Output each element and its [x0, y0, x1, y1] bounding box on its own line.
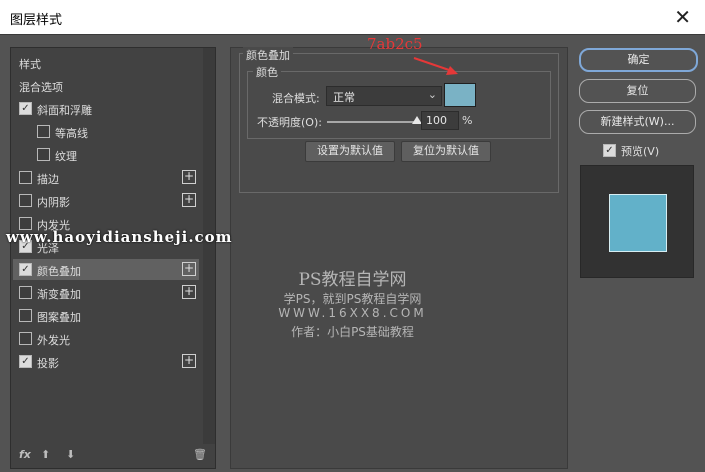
- blend-options-label: 混合选项: [19, 81, 63, 94]
- styles-header[interactable]: 样式: [13, 52, 199, 73]
- opacity-label: 不透明度(O):: [257, 116, 322, 129]
- style-item[interactable]: 等高线: [13, 121, 199, 142]
- chevron-down-icon: ⌄: [427, 88, 437, 101]
- watermark-line2: 学PS，就到PS教程自学网: [283, 292, 422, 306]
- annotation-arrow-icon: [413, 57, 458, 75]
- opacity-input[interactable]: 100: [421, 111, 459, 130]
- watermark-line4: 作者：小白PS基础教程: [291, 325, 414, 339]
- style-item-label: 斜面和浮雕: [37, 104, 92, 117]
- blend-options-item[interactable]: 混合选项: [13, 75, 199, 96]
- close-icon[interactable]: ✕: [674, 5, 691, 29]
- move-up-icon[interactable]: ⬆: [41, 448, 50, 461]
- blend-mode-label: 混合模式:: [272, 92, 320, 105]
- color-subgroup-title: 颜色: [253, 64, 281, 80]
- style-item-checkbox[interactable]: [19, 194, 32, 207]
- opacity-slider[interactable]: [327, 121, 417, 123]
- style-item-label: 内阴影: [37, 196, 70, 209]
- style-item[interactable]: 纹理: [13, 144, 199, 165]
- style-item-label: 投影: [37, 357, 59, 370]
- settings-panel: 颜色叠加 颜色 混合模式: 正常 ⌄ 不透明度(O): 100 % 设置为默认值…: [230, 47, 568, 469]
- blend-mode-value: 正常: [333, 91, 355, 104]
- opacity-unit: %: [462, 114, 473, 127]
- preview-thumbnail: [580, 165, 694, 278]
- new-style-button[interactable]: 新建样式(W)...: [579, 110, 696, 134]
- add-style-icon[interactable]: +: [182, 193, 196, 207]
- preview-checkbox[interactable]: ✓: [603, 144, 616, 157]
- style-item-checkbox[interactable]: [37, 125, 50, 138]
- styles-header-label: 样式: [19, 58, 41, 71]
- preview-square: [609, 194, 667, 252]
- fx-icon[interactable]: fx: [19, 448, 31, 461]
- style-item-checkbox[interactable]: [37, 148, 50, 161]
- reset-button[interactable]: 复位: [579, 79, 696, 103]
- blend-mode-select[interactable]: 正常 ⌄: [326, 86, 442, 106]
- style-item-label: 描边: [37, 173, 59, 186]
- color-overlay-title: 颜色叠加: [243, 47, 293, 63]
- style-item[interactable]: ✓ 斜面和浮雕: [13, 98, 199, 119]
- site-watermark: www.haoyidiansheji.com: [6, 228, 233, 246]
- style-item-checkbox[interactable]: [19, 171, 32, 184]
- add-style-icon[interactable]: +: [182, 170, 196, 184]
- styles-scrollbar[interactable]: [203, 48, 215, 444]
- add-style-icon[interactable]: +: [182, 354, 196, 368]
- window-title: 图层样式: [10, 13, 63, 28]
- set-default-button[interactable]: 设置为默认值: [305, 141, 395, 162]
- style-item-label: 等高线: [55, 127, 88, 140]
- watermark-line3: WWW.16XX8.COM: [278, 306, 427, 320]
- style-item-checkbox[interactable]: ✓: [19, 355, 32, 368]
- opacity-value: 100: [426, 114, 447, 127]
- layer-style-dialog: 样式 混合选项 ✓ 斜面和浮雕 等高线 纹理 描边 + 内阴影 + 内发光 ✓ 光泽 ✓ 颜色叠加 + 渐变…: [0, 34, 705, 472]
- preview-label: 预览(V): [621, 145, 660, 158]
- style-item-checkbox[interactable]: ✓: [19, 102, 32, 115]
- styles-list-panel: 样式 混合选项 ✓ 斜面和浮雕 等高线 纹理 描边 + 内阴影 + 内发光 ✓ 光泽 ✓ 颜色叠加 + 渐变…: [10, 47, 216, 469]
- move-down-icon[interactable]: ⬇: [66, 448, 75, 461]
- style-item-label: 纹理: [55, 150, 77, 163]
- style-item[interactable]: 描边 +: [13, 167, 199, 188]
- style-item[interactable]: 内阴影 +: [13, 190, 199, 211]
- color-swatch[interactable]: [444, 83, 476, 107]
- color-hex-annotation: 7ab2c5: [367, 35, 423, 53]
- title-bar: 图层样式 ✕: [0, 0, 705, 34]
- trash-icon[interactable]: 🗑: [193, 448, 207, 461]
- watermark-line1: PS教程自学网: [298, 270, 407, 290]
- ok-button[interactable]: 确定: [579, 48, 698, 72]
- styles-footer: fx ⬆ ⬇ 🗑: [11, 444, 215, 468]
- reset-default-button[interactable]: 复位为默认值: [401, 141, 491, 162]
- style-item[interactable]: ✓ 投影 +: [13, 351, 199, 372]
